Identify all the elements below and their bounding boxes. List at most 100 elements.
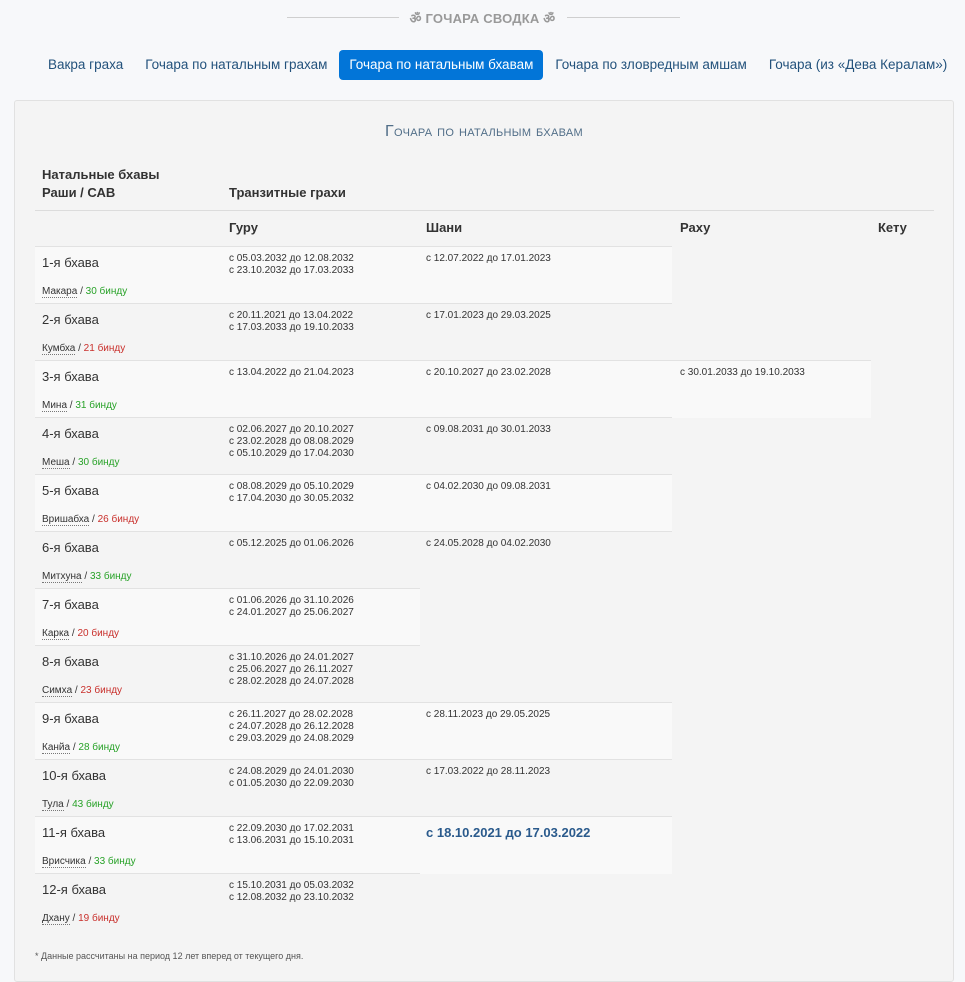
rashi-sav: Митхуна / 33 бинду [42,566,132,584]
rashi-name[interactable]: Мина [42,400,67,412]
col-header-bhavas-line2: Раши / САВ [42,185,116,200]
tab-natal-grahas[interactable]: Гочара по натальным грахам [135,50,337,80]
bindu-value: 19 бинду [78,913,120,924]
separator: / [81,571,90,582]
guru-transit-dates: с 20.11.2021 до 13.04.2022 с 17.03.2033 … [229,310,354,333]
bindu-value: 20 бинду [77,628,120,639]
rashi-sav: Кумбха / 21 бинду [42,338,125,356]
rashi-name[interactable]: Врисчика [42,856,86,868]
rashi-sav: Симха / 23 бинду [42,680,122,698]
header-divider [35,210,934,211]
guru-transit-dates: с 22.09.2030 до 17.02.2031 с 13.06.2031 … [229,823,354,846]
bindu-value: 33 бинду [89,571,132,582]
bindu-value: 26 бинду [97,514,140,525]
divider [567,17,680,18]
rahu-transit-dates: с 30.01.2033 до 19.10.2033 [680,367,805,378]
guru-transit-dates: с 15.10.2031 до 05.03.2032 с 12.08.2032 … [229,880,354,903]
separator: / [77,286,86,297]
separator: / [69,457,78,468]
rashi-name[interactable]: Макара [42,286,78,298]
separator: / [89,514,98,525]
col-header-bhavas-line1: Натальные бхавы [42,167,160,182]
shani-transit-dates: с 09.08.2031 до 30.01.2033 [426,424,551,435]
bhava-label: 7-я бхава [42,597,99,612]
rashi-name[interactable]: Тула [42,799,64,811]
footnote: * Данные рассчитаны на период 12 лет впе… [35,951,304,961]
bindu-value: 33 бинду [94,856,136,867]
bhava-label: 9-я бхава [42,711,99,726]
shani-transit-dates: с 12.07.2022 до 17.01.2023 [426,253,551,264]
col-header-bhavas: Натальные бхавы Раши / САВ [42,166,160,202]
bindu-value: 28 бинду [78,742,120,753]
rashi-sav: Дхану / 19 бинду [42,908,120,926]
rashi-name[interactable]: Меша [42,457,70,469]
col-header-shani: Шани [426,220,463,235]
rashi-sav: Мина / 31 бинду [42,395,117,413]
shani-transit-dates: с 17.01.2023 до 29.03.2025 [426,310,551,321]
rashi-name[interactable]: Митхуна [42,571,82,583]
separator: / [85,856,95,867]
separator: / [75,343,84,354]
bindu-value: 30 бинду [77,457,120,468]
col-header-rahu: Раху [680,220,711,235]
bhava-label: 10-я бхава [42,768,107,783]
rashi-name[interactable]: Канйа [42,742,71,754]
rashi-sav: Канйа / 28 бинду [42,737,120,755]
rashi-name[interactable]: Кумбха [42,343,76,355]
divider [287,17,399,18]
bhava-label: 11-я бхава [42,825,106,840]
bhava-label: 2-я бхава [42,312,99,327]
rashi-sav: Карка / 20 бинду [42,623,119,641]
rashi-sav: Тула / 43 бинду [42,794,114,812]
tab-malefic-amshas[interactable]: Гочара по зловредным амшам [545,50,756,80]
separator: / [69,913,79,924]
bindu-value: 31 бинду [75,400,117,411]
shani-transit-dates: с 24.05.2028 до 04.02.2030 [426,538,551,549]
shani-transit-dates: с 18.10.2021 до 17.03.2022 [426,825,591,840]
rashi-name[interactable]: Карка [42,628,70,640]
bhava-label: 1-я бхава [42,255,99,270]
guru-transit-dates: с 31.10.2026 до 24.01.2027 с 25.06.2027 … [229,652,354,687]
tab-natal-bhavas[interactable]: Гочара по натальным бхавам [339,50,544,80]
guru-transit-dates: с 05.12.2025 до 01.06.2026 [229,538,354,549]
bindu-value: 30 бинду [85,286,128,297]
rashi-sav: Вришабха / 26 бинду [42,509,139,527]
guru-transit-dates: с 02.06.2027 до 20.10.2027 с 23.02.2028 … [229,424,354,459]
rashi-name[interactable]: Дхану [42,913,70,925]
bhava-label: 6-я бхава [42,540,99,555]
tab-bar: Вакра граха Гочара по натальным грахам Г… [38,50,959,80]
panel-title: Гочара по натальным бхавам [385,123,583,140]
rashi-sav: Макара / 30 бинду [42,281,127,299]
shani-transit-dates: с 17.03.2022 до 28.11.2023 [426,766,551,777]
col-header-guru: Гуру [229,220,258,235]
bhava-label: 8-я бхава [42,654,99,669]
rashi-sav: Врисчика / 33 бинду [42,851,136,869]
tab-vakra[interactable]: Вакра граха [38,50,133,80]
guru-transit-dates: с 13.04.2022 до 21.04.2023 [229,367,354,378]
bhava-label: 4-я бхава [42,426,99,441]
bindu-value: 43 бинду [72,799,114,810]
rashi-name[interactable]: Симха [42,685,73,697]
guru-transit-dates: с 05.03.2032 до 12.08.2032 с 23.10.2032 … [229,253,354,276]
bhava-label: 12-я бхава [42,882,107,897]
shani-transit-dates: с 28.11.2023 до 29.05.2025 [426,709,551,720]
page-title: ॐ ГОЧАРА СВОДКА ॐ [409,11,556,26]
guru-transit-dates: с 08.08.2029 до 05.10.2029 с 17.04.2030 … [229,481,354,504]
bindu-value: 21 бинду [83,343,126,354]
bindu-value: 23 бинду [80,685,123,696]
shani-transit-dates: с 20.10.2027 до 23.02.2028 [426,367,551,378]
rashi-sav: Меша / 30 бинду [42,452,120,470]
guru-transit-dates: с 01.06.2026 до 31.10.2026 с 24.01.2027 … [229,595,354,618]
col-header-ketu: Кету [878,220,907,235]
guru-transit-dates: с 24.08.2029 до 24.01.2030 с 01.05.2030 … [229,766,354,789]
bhava-label: 3-я бхава [42,369,99,384]
bhava-label: 5-я бхава [42,483,99,498]
gochara-panel: Гочара по натальным бхавам Натальные бха… [14,100,954,982]
guru-transit-dates: с 26.11.2027 до 28.02.2028 с 24.07.2028 … [229,709,354,744]
col-header-transit: Транзитные грахи [229,185,346,200]
page-header: ॐ ГОЧАРА СВОДКА ॐ [0,9,965,28]
shani-transit-dates: с 04.02.2030 до 09.08.2031 [426,481,551,492]
separator: / [63,799,73,810]
rashi-name[interactable]: Вришабха [42,514,90,526]
tab-deva-keralam[interactable]: Гочара (из «Дева Кералам») [759,50,957,80]
